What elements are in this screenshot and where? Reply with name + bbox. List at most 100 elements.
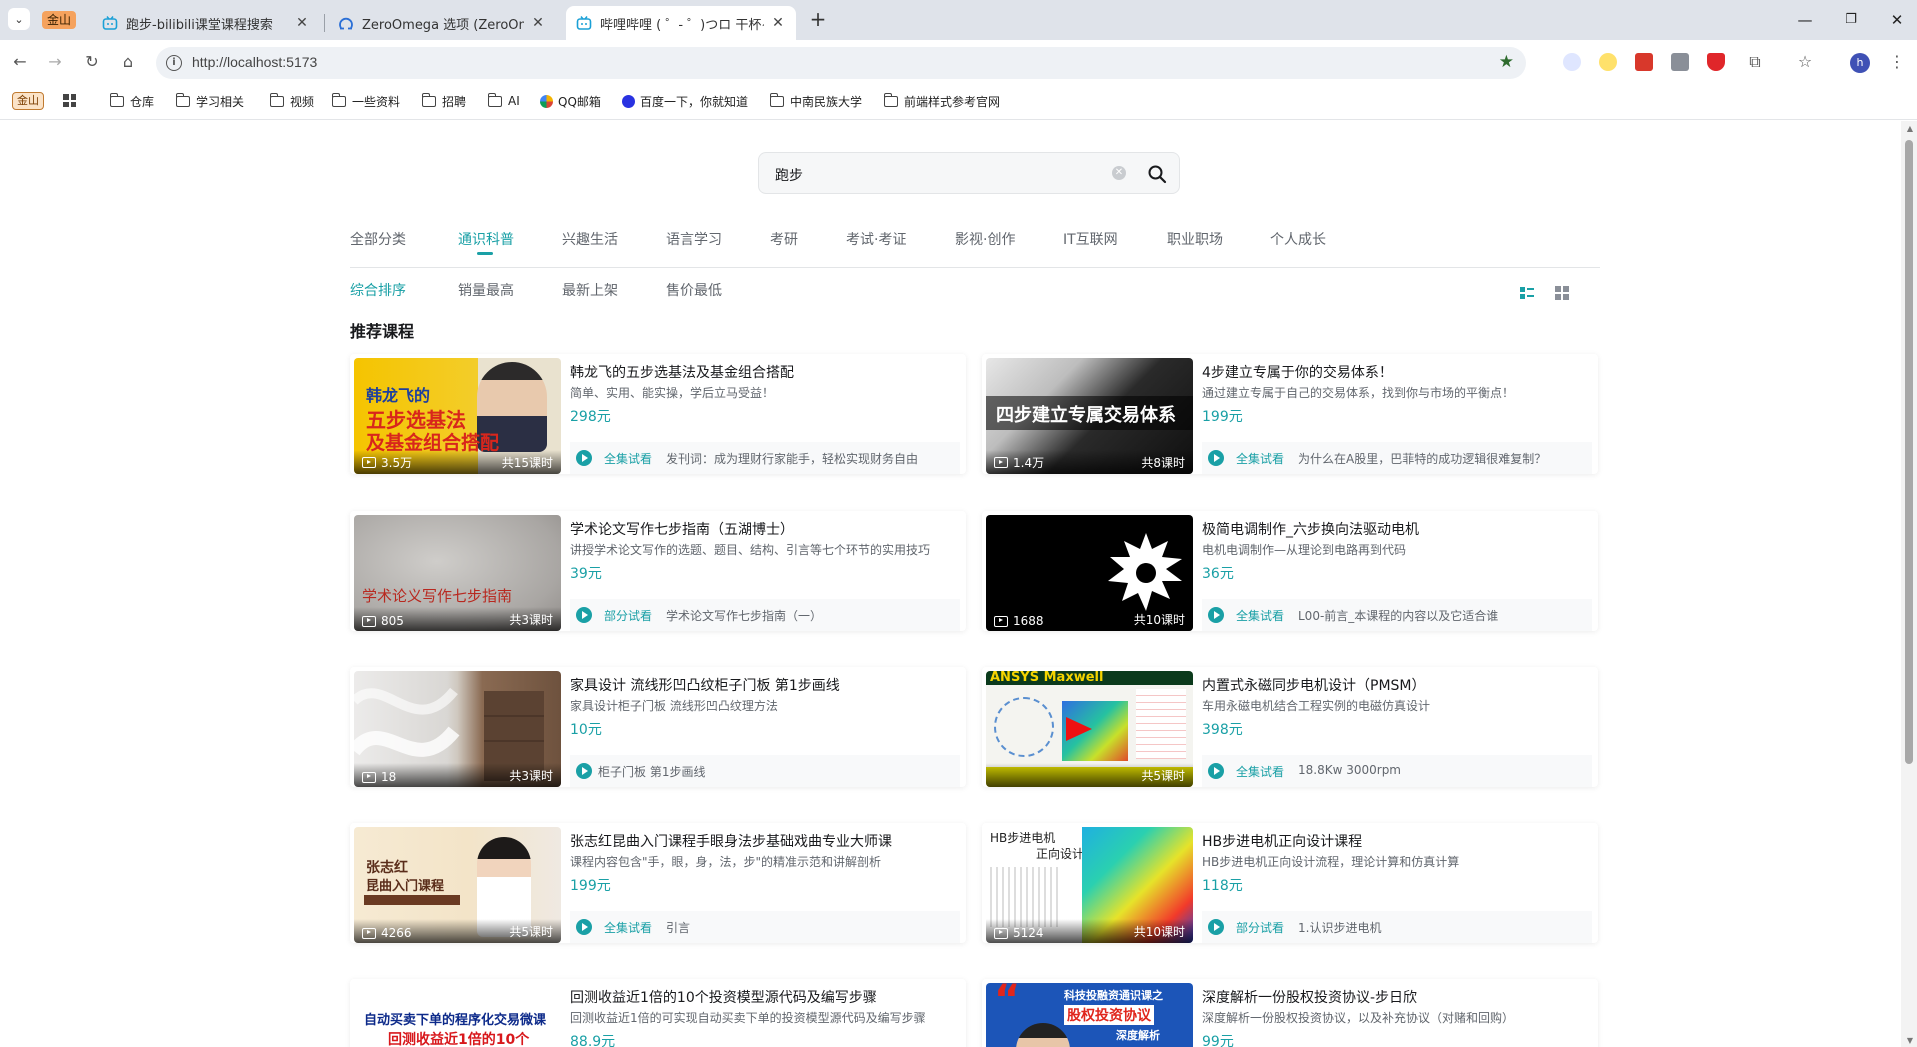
course-preview-bar[interactable]: 全集试看 发刊词：成为理财行家能手，轻松实现财务自由 (570, 442, 960, 474)
reload-icon[interactable]: ↻ (80, 50, 104, 74)
window-close-icon[interactable]: ✕ (1885, 8, 1909, 32)
play-circle-icon[interactable] (1208, 607, 1224, 623)
course-title[interactable]: 韩龙飞的五步选基法及基金组合搭配 (570, 362, 794, 382)
course-preview-bar[interactable]: 全集试看 为什么在A股里，巴菲特的成功逻辑很难复制？ (1202, 442, 1592, 474)
course-card[interactable]: HB步进电机 正向设计 5124 共10课时 HB步进电机正向设计课程 HB步进… (982, 823, 1598, 943)
clear-search-icon[interactable]: ✕ (1112, 166, 1126, 180)
extension-gray-icon[interactable] (1671, 53, 1689, 71)
profile-avatar[interactable]: h (1850, 53, 1870, 73)
bookmark-folder[interactable]: 学习相关 (175, 91, 244, 111)
course-thumbnail[interactable]: 韩龙飞的 五步选基法 及基金组合搭配 3.5万 共15课时 (354, 358, 561, 474)
course-title[interactable]: 家具设计 流线形凹凸纹柜子门板 第1步画线 (570, 675, 840, 695)
course-card[interactable]: ANSYS Maxwell 共5课时 内置式永磁同步电机设计（PMSM） 车用永… (982, 667, 1598, 787)
bookmark-star-icon[interactable]: ★ (1499, 52, 1514, 72)
back-arrow-icon[interactable]: ← (8, 50, 32, 74)
tab-bilibili-home[interactable]: 哔哩哔哩 ( ゜- ゜)つロ 干杯~-bi ✕ (566, 6, 796, 40)
close-icon[interactable]: ✕ (294, 15, 310, 31)
category-tab[interactable]: 语言学习 (666, 229, 722, 249)
list-view-icon[interactable] (1520, 286, 1534, 300)
category-tab[interactable]: 职业职场 (1167, 229, 1223, 249)
bookmark-folder[interactable]: 招聘 (421, 91, 466, 111)
sort-option[interactable]: 最新上架 (562, 280, 618, 300)
scroll-down-arrow-icon[interactable]: ▼ (1907, 1036, 1913, 1045)
grid-view-icon[interactable] (1555, 286, 1569, 300)
course-card[interactable]: “ 科技投融资通识课之 股权投资协议 深度解析 深度解析一份股权投资协议-步日欣… (982, 979, 1598, 1047)
bookmark-group-badge[interactable]: 金山 (12, 92, 44, 110)
more-menu-icon[interactable]: ⋮ (1885, 50, 1909, 74)
bookmark-folder[interactable]: 前端样式参考官网 (883, 91, 1000, 111)
course-card[interactable]: 18 共3课时 家具设计 流线形凹凸纹柜子门板 第1步画线 家具设计柜子门板 流… (350, 667, 966, 787)
extensions-puzzle-icon[interactable]: ⧉ (1743, 50, 1767, 74)
course-title[interactable]: 内置式永磁同步电机设计（PMSM） (1202, 675, 1426, 695)
course-card[interactable]: 四步建立专属交易体系 1.4万 共8课时 4步建立专属于你的交易体系！ 通过建立… (982, 354, 1598, 474)
play-circle-icon[interactable] (1208, 919, 1224, 935)
bookmark-link[interactable]: 百度一下，你就知道 (622, 91, 748, 111)
course-card[interactable]: 张志红 昆曲入门课程 4266 共5课时 张志红昆曲入门课程手眼身法步基础戏曲专… (350, 823, 966, 943)
category-tab-active[interactable]: 通识科普 (458, 229, 514, 249)
play-circle-icon[interactable] (576, 919, 592, 935)
tab-bilibili-search[interactable]: 跑步-bilibili课堂课程搜索 ✕ (92, 6, 320, 40)
tab-group-badge[interactable]: 金山 (42, 11, 77, 29)
sort-option-active[interactable]: 综合排序 (350, 280, 406, 300)
bookmark-folder[interactable]: 仓库 (109, 91, 154, 111)
play-circle-icon[interactable] (1208, 763, 1224, 779)
course-thumbnail[interactable]: 四步建立专属交易体系 1.4万 共8课时 (986, 358, 1193, 474)
site-info-icon[interactable]: i (166, 55, 182, 71)
extension-yellow-icon[interactable] (1599, 53, 1617, 71)
search-input[interactable]: 跑步 (775, 165, 803, 185)
course-card[interactable]: 韩龙飞的 五步选基法 及基金组合搭配 3.5万 共15课时 韩龙飞的五步选基法及… (350, 354, 966, 474)
bookmark-folder[interactable]: 视频 (269, 91, 314, 111)
category-tab[interactable]: 考试·考证 (846, 229, 906, 249)
course-thumbnail[interactable]: 自动买卖下单的程序化交易微课 回测收益近1倍的10个 (354, 983, 561, 1047)
scroll-up-arrow-icon[interactable]: ▲ (1907, 124, 1913, 133)
scrollbar-thumb[interactable] (1905, 140, 1913, 764)
minimize-icon[interactable]: — (1793, 8, 1817, 32)
course-title[interactable]: 学术论文写作七步指南（五湖博士） (570, 519, 794, 539)
course-title[interactable]: 极简电调制作_六步换向法驱动电机 (1202, 519, 1419, 539)
search-box[interactable]: 跑步 ✕ (758, 152, 1180, 194)
course-preview-bar[interactable]: 柜子门板 第1步画线 (570, 755, 960, 787)
course-title[interactable]: 4步建立专属于你的交易体系！ (1202, 362, 1393, 382)
close-icon[interactable]: ✕ (770, 15, 786, 31)
course-title[interactable]: 回测收益近1倍的10个投资模型源代码及编写步骤 (570, 987, 877, 1007)
search-icon[interactable] (1147, 164, 1167, 184)
course-card[interactable]: 自动买卖下单的程序化交易微课 回测收益近1倍的10个 回测收益近1倍的10个投资… (350, 979, 966, 1047)
category-tab[interactable]: 全部分类 (350, 229, 406, 249)
category-tab[interactable]: 考研 (770, 229, 798, 249)
category-tab[interactable]: IT互联网 (1063, 229, 1118, 249)
close-icon[interactable]: ✕ (530, 15, 546, 31)
address-bar[interactable]: i http://localhost:5173 ★ (156, 47, 1526, 79)
course-preview-bar[interactable]: 部分试看 学术论文写作七步指南（一） (570, 599, 960, 631)
course-thumbnail[interactable]: 学术论义写作七步指南 805 共3课时 (354, 515, 561, 631)
course-card[interactable]: 学术论义写作七步指南 805 共3课时 学术论文写作七步指南（五湖博士） 讲授学… (350, 511, 966, 631)
course-card[interactable]: 1688 共10课时 极简电调制作_六步换向法驱动电机 电机电调制作—从理论到电… (982, 511, 1598, 631)
course-preview-bar[interactable]: 部分试看 1.认识步进电机 (1202, 911, 1592, 943)
forward-arrow-icon[interactable]: → (43, 50, 67, 74)
home-icon[interactable]: ⌂ (116, 50, 140, 74)
play-circle-icon[interactable] (576, 607, 592, 623)
bookmark-folder[interactable]: 一些资料 (331, 91, 400, 111)
course-title[interactable]: HB步进电机正向设计课程 (1202, 831, 1362, 851)
tab-search-chevron-icon[interactable]: ⌄ (8, 8, 30, 30)
course-thumbnail[interactable]: HB步进电机 正向设计 5124 共10课时 (986, 827, 1193, 943)
bookmark-folder[interactable]: 中南民族大学 (769, 91, 862, 111)
new-tab-plus-icon[interactable]: + (806, 8, 830, 32)
extension-red-icon[interactable] (1635, 53, 1653, 71)
tab-zeroomega[interactable]: ZeroOmega 选项 (ZeroOmeg ✕ (328, 6, 556, 40)
course-thumbnail[interactable]: 18 共3课时 (354, 671, 561, 787)
course-title[interactable]: 张志红昆曲入门课程手眼身法步基础戏曲专业大师课 (570, 831, 892, 851)
play-circle-icon[interactable] (576, 450, 592, 466)
bookmarks-star-icon[interactable]: ☆ (1793, 50, 1817, 74)
sort-option[interactable]: 售价最低 (666, 280, 722, 300)
category-tab[interactable]: 影视·创作 (955, 229, 1015, 249)
course-thumbnail[interactable]: “ 科技投融资通识课之 股权投资协议 深度解析 (986, 983, 1193, 1047)
course-preview-bar[interactable]: 全集试看 18.8Kw 3000rpm (1202, 755, 1592, 787)
play-circle-icon[interactable] (576, 763, 592, 779)
apps-grid-icon[interactable] (63, 94, 76, 107)
extension-fox-icon[interactable] (1707, 53, 1725, 71)
category-tab[interactable]: 兴趣生活 (562, 229, 618, 249)
category-tab[interactable]: 个人成长 (1270, 229, 1326, 249)
course-preview-bar[interactable]: 全集试看 L00-前言_本课程的内容以及它适合谁 (1202, 599, 1592, 631)
course-thumbnail[interactable]: 1688 共10课时 (986, 515, 1193, 631)
course-thumbnail[interactable]: ANSYS Maxwell 共5课时 (986, 671, 1193, 787)
